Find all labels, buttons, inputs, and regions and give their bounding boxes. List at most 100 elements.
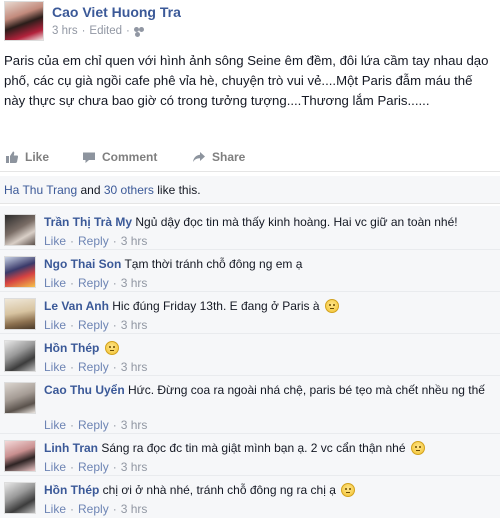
- commenter-name[interactable]: Cao Thu Uyển: [44, 383, 125, 397]
- comment-body: Hức. Đừng coa ra ngoài nhá chệ, paris bé…: [128, 383, 485, 397]
- comment-like-link[interactable]: Like: [44, 276, 66, 290]
- comment-actions: Like · Reply · 3 hrs: [44, 418, 147, 432]
- comment-action-separator: ·: [112, 276, 117, 290]
- comment-action-separator: ·: [112, 318, 117, 332]
- comment-reply-link[interactable]: Reply: [78, 318, 109, 332]
- meta-separator: ·: [126, 25, 130, 37]
- commenter-avatar[interactable]: [4, 440, 36, 472]
- smiley-emoji-icon: [324, 299, 339, 313]
- commenter-name[interactable]: Ngo Thai Son: [44, 257, 121, 271]
- comment-text: Hồn Thép chị ơi ở nhà nhé, tránh chỗ đôn…: [44, 482, 494, 498]
- comment-bubble-icon: [83, 152, 95, 163]
- comment-like-link[interactable]: Like: [44, 502, 66, 516]
- comment-time[interactable]: 3 hrs: [121, 418, 148, 432]
- comment-actions: Like · Reply · 3 hrs: [44, 234, 147, 248]
- comment-divider: [0, 375, 500, 376]
- comment-like-link[interactable]: Like: [44, 360, 66, 374]
- comment-time[interactable]: 3 hrs: [121, 234, 148, 248]
- comment-like-link[interactable]: Like: [44, 318, 66, 332]
- smiley-emoji-icon: [104, 341, 119, 355]
- comment-action-separator: ·: [112, 502, 117, 516]
- comment-action-separator: ·: [112, 418, 117, 432]
- commenter-avatar[interactable]: [4, 214, 36, 246]
- edited-label[interactable]: Edited: [89, 25, 122, 37]
- commenter-name[interactable]: Linh Tran: [44, 441, 98, 455]
- author-name[interactable]: Cao Viet Huong Tra: [52, 4, 181, 20]
- comment-divider: [0, 333, 500, 334]
- commenter-name[interactable]: Hồn Thép: [44, 483, 99, 497]
- like-button[interactable]: Like: [5, 150, 49, 164]
- author-avatar[interactable]: [4, 1, 44, 41]
- comment-text: Hồn Thép: [44, 340, 494, 356]
- commenter-name[interactable]: Trần Thị Trà My: [44, 215, 132, 229]
- comment-reply-link[interactable]: Reply: [78, 360, 109, 374]
- post-body: Paris của em chỉ quen với hình ảnh sông …: [4, 53, 489, 108]
- comment-action-separator: ·: [112, 460, 117, 474]
- likes-suffix: like this.: [153, 183, 201, 197]
- comment-action-separator: ·: [70, 460, 75, 474]
- smiley-emoji-icon: [341, 483, 356, 497]
- comment-text: Trần Thị Trà My Ngủ dậy đọc tin mà thấy …: [44, 214, 494, 230]
- comment-divider: [0, 291, 500, 292]
- share-arrow-icon: [193, 152, 205, 162]
- commenter-name[interactable]: Le Van Anh: [44, 299, 109, 313]
- post-time[interactable]: 3 hrs: [52, 25, 78, 37]
- comment-time[interactable]: 3 hrs: [121, 502, 148, 516]
- comment-action-separator: ·: [70, 502, 75, 516]
- comment-body: Ngủ dậy đọc tin mà thấy kinh hoàng. Hai …: [135, 215, 458, 229]
- comment-text: Ngo Thai Son Tạm thời tránh chỗ đông ng …: [44, 256, 494, 272]
- share-button[interactable]: Share: [192, 150, 245, 164]
- comment-time[interactable]: 3 hrs: [121, 318, 148, 332]
- comment-divider: [0, 249, 500, 250]
- comment-action-separator: ·: [112, 360, 117, 374]
- comment-reply-link[interactable]: Reply: [78, 276, 109, 290]
- comment-actions: Like · Reply · 3 hrs: [44, 318, 147, 332]
- comment-like-link[interactable]: Like: [44, 460, 66, 474]
- commenter-avatar[interactable]: [4, 382, 36, 414]
- smiley-emoji-icon: [410, 441, 425, 455]
- comment-body: Sáng ra đọc đc tin mà giật mình bạn ạ. 2…: [101, 441, 406, 455]
- comment-divider: [0, 475, 500, 476]
- comment-body: chị ơi ở nhà nhé, tránh chỗ đông ng ra c…: [102, 483, 336, 497]
- comment-actions: Like · Reply · 3 hrs: [44, 502, 147, 516]
- liker-name[interactable]: Ha Thu Trang: [4, 183, 77, 197]
- post-header: Cao Viet Huong Tra 3 hrs · Edited ·: [0, 0, 500, 44]
- like-label: Like: [25, 150, 50, 164]
- friends-icon[interactable]: [133, 26, 145, 36]
- commenter-name[interactable]: Hồn Thép: [44, 341, 99, 355]
- comment-reply-link[interactable]: Reply: [78, 418, 109, 432]
- commenter-avatar[interactable]: [4, 298, 36, 330]
- comment-actions: Like · Reply · 3 hrs: [44, 360, 147, 374]
- comment-action-separator: ·: [70, 360, 75, 374]
- comment-action-separator: ·: [70, 318, 75, 332]
- comment-text: Cao Thu Uyển Hức. Đừng coa ra ngoài nhá …: [44, 382, 494, 398]
- comment-action-separator: ·: [70, 234, 75, 248]
- comment-reply-link[interactable]: Reply: [78, 234, 109, 248]
- comment-actions: Like · Reply · 3 hrs: [44, 276, 147, 290]
- comment-actions: Like · Reply · 3 hrs: [44, 460, 147, 474]
- comment-time[interactable]: 3 hrs: [121, 360, 148, 374]
- comment-reply-link[interactable]: Reply: [78, 460, 109, 474]
- comment-text: Le Van Anh Hic đúng Friday 13th. E đang …: [44, 298, 494, 314]
- comment-time[interactable]: 3 hrs: [121, 276, 148, 290]
- comment-reply-link[interactable]: Reply: [78, 502, 109, 516]
- comment-time[interactable]: 3 hrs: [121, 460, 148, 474]
- comment-body: Hic đúng Friday 13th. E đang ở Paris à: [112, 299, 320, 313]
- likes-summary: Ha Thu Trang and 30 others like this.: [0, 176, 500, 204]
- likes-others-link[interactable]: 30 others: [104, 183, 154, 197]
- comment-body: Tạm thời tránh chỗ đông ng em ạ: [124, 257, 303, 271]
- likes-and: and: [77, 183, 104, 197]
- comment-divider: [0, 433, 500, 434]
- post-meta: 3 hrs · Edited ·: [52, 25, 145, 37]
- share-label: Share: [212, 150, 246, 164]
- comment-action-separator: ·: [112, 234, 117, 248]
- comment-button[interactable]: Comment: [82, 150, 157, 164]
- comment-list: Trần Thị Trà My Ngủ dậy đọc tin mà thấy …: [0, 206, 500, 518]
- commenter-avatar[interactable]: [4, 256, 36, 288]
- comment-like-link[interactable]: Like: [44, 234, 66, 248]
- commenter-avatar[interactable]: [4, 482, 36, 514]
- comment-like-link[interactable]: Like: [44, 418, 66, 432]
- commenter-avatar[interactable]: [4, 340, 36, 372]
- comment-text: Linh Tran Sáng ra đọc đc tin mà giật mìn…: [44, 440, 494, 456]
- meta-separator: ·: [81, 25, 86, 37]
